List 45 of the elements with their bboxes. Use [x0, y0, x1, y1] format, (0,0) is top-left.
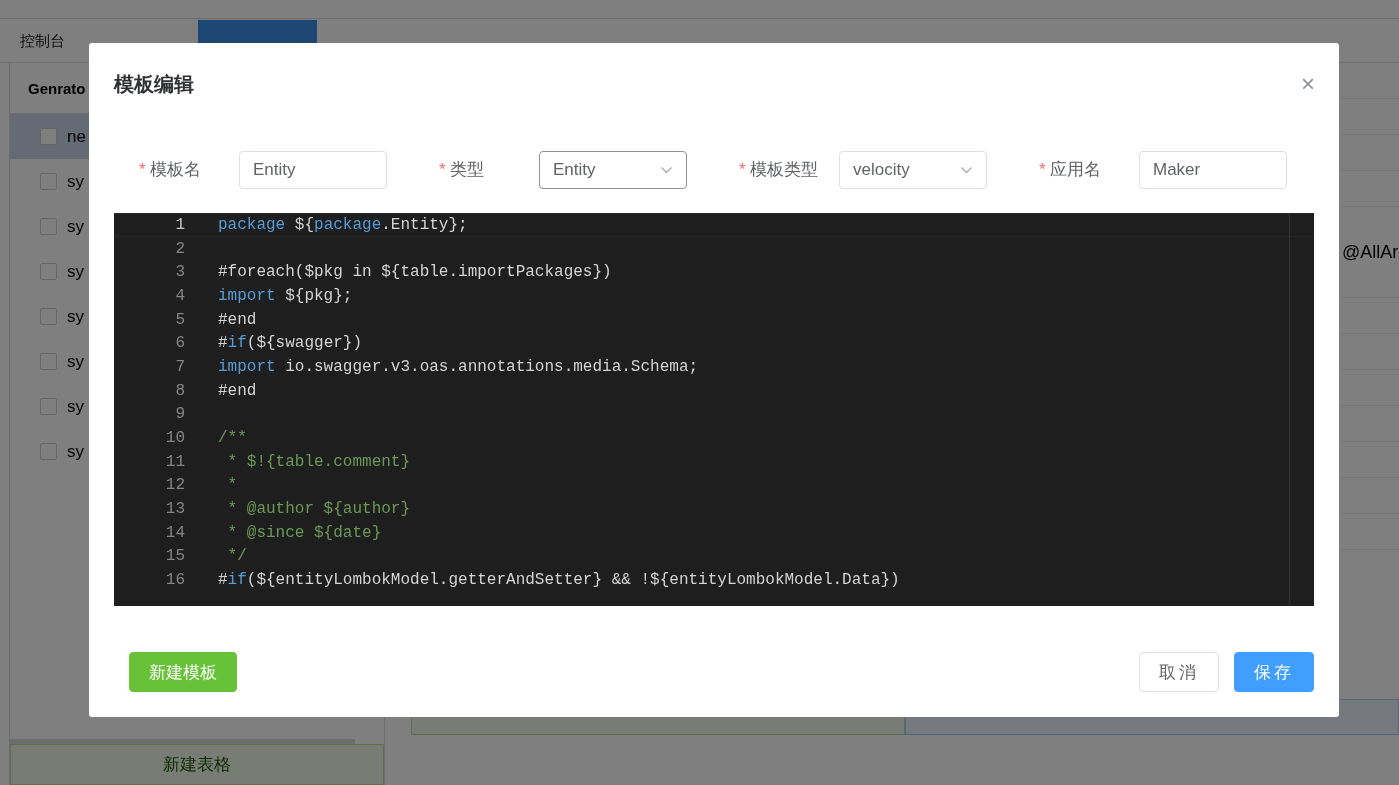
code-line: /**: [218, 429, 247, 448]
item-label: sy: [67, 396, 84, 417]
line-number: 13: [164, 500, 185, 519]
code-line: #end: [218, 381, 257, 400]
item-label: sy: [67, 216, 84, 237]
code-line: package ${package.Entity};: [218, 215, 468, 234]
code-line: #if(${entityLombokModel.getterAndSetter} && !${entityLombokModel.Data}): [218, 571, 900, 590]
panel-title: Genrato: [28, 79, 86, 97]
line-number: 5: [174, 310, 185, 329]
code-line: import io.swagger.v3.oas.annotations.media.Schema;: [218, 357, 699, 376]
line-number: 7: [174, 357, 185, 376]
line-number: 10: [164, 429, 185, 448]
code-line: import ${pkg};: [218, 286, 353, 305]
line-number: 16: [164, 571, 185, 590]
item-label: sy: [67, 261, 84, 282]
line-number: 12: [164, 476, 185, 495]
code-line: *: [226, 476, 238, 495]
item-label: ne: [67, 126, 86, 147]
line-number: 3: [174, 263, 185, 282]
field-label: * 模板类型: [739, 159, 820, 181]
item-label: sy: [67, 351, 84, 372]
line-number: 14: [164, 523, 185, 542]
dialog-title: 模板编辑: [114, 71, 194, 97]
field-label: * 类型: [439, 159, 486, 181]
code-line: */: [226, 547, 247, 566]
line-number: 2: [174, 239, 185, 258]
detail-text: @AllAr: [1342, 241, 1399, 263]
line-number: 4: [174, 286, 185, 305]
code-line: #end: [218, 310, 257, 329]
code-line: * $!{table.comment}: [226, 452, 411, 471]
code-line: #foreach($pkg in ${table.importPackages}): [218, 263, 612, 282]
code-line: * @author ${author}: [226, 500, 411, 519]
line-number: 1: [174, 215, 185, 234]
item-label: sy: [67, 441, 84, 462]
line-number: 9: [174, 405, 185, 424]
item-label: sy: [67, 306, 84, 327]
code-line: * @since ${date}: [226, 523, 382, 542]
line-number: 15: [164, 547, 185, 566]
line-number: 6: [174, 334, 185, 353]
code-line: #if(${swagger}): [218, 334, 363, 353]
field-label: * 模板名: [139, 159, 203, 181]
item-label: sy: [67, 171, 84, 192]
line-number: 11: [164, 452, 185, 471]
field-label: * 应用名: [1039, 159, 1103, 181]
line-number: 8: [174, 381, 185, 400]
